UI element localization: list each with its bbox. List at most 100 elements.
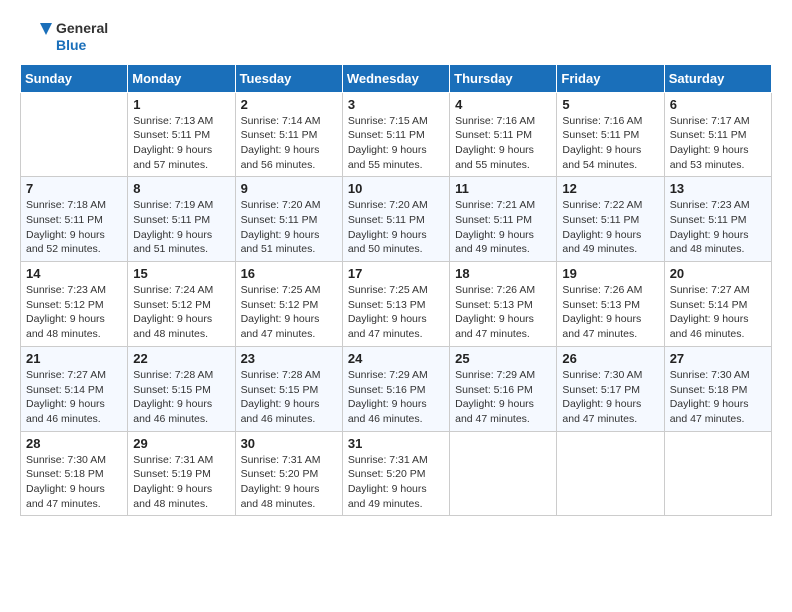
day-info: Sunrise: 7:23 AM Sunset: 5:11 PM Dayligh… (670, 198, 766, 257)
day-info: Sunrise: 7:23 AM Sunset: 5:12 PM Dayligh… (26, 283, 122, 342)
calendar-cell: 31 Sunrise: 7:31 AM Sunset: 5:20 PM Dayli… (342, 431, 449, 516)
day-number: 28 (26, 436, 122, 451)
day-info: Sunrise: 7:19 AM Sunset: 5:11 PM Dayligh… (133, 198, 229, 257)
calendar-cell: 13 Sunrise: 7:23 AM Sunset: 5:11 PM Dayli… (664, 177, 771, 262)
day-info: Sunrise: 7:14 AM Sunset: 5:11 PM Dayligh… (241, 114, 337, 173)
day-number: 17 (348, 266, 444, 281)
calendar-cell: 10Sunrise: 7:20 AM Sunset: 5:11 PM Dayli… (342, 177, 449, 262)
day-header: Friday (557, 64, 664, 92)
day-info: Sunrise: 7:24 AM Sunset: 5:12 PM Dayligh… (133, 283, 229, 342)
day-info: Sunrise: 7:21 AM Sunset: 5:11 PM Dayligh… (455, 198, 551, 257)
day-number: 31 (348, 436, 444, 451)
calendar-cell: 23Sunrise: 7:28 AM Sunset: 5:15 PM Dayli… (235, 346, 342, 431)
calendar-week-row: 28 Sunrise: 7:30 AM Sunset: 5:18 PM Dayli… (21, 431, 772, 516)
day-number: 12 (562, 181, 658, 196)
calendar-week-row: 21 Sunrise: 7:27 AM Sunset: 5:14 PM Dayli… (21, 346, 772, 431)
calendar-cell: 11Sunrise: 7:21 AM Sunset: 5:11 PM Dayli… (450, 177, 557, 262)
day-number: 10 (348, 181, 444, 196)
day-info: Sunrise: 7:16 AM Sunset: 5:11 PM Dayligh… (562, 114, 658, 173)
day-info: Sunrise: 7:31 AM Sunset: 5:20 PM Dayligh… (348, 453, 444, 512)
calendar-cell: 14 Sunrise: 7:23 AM Sunset: 5:12 PM Dayli… (21, 262, 128, 347)
calendar-cell: 25 Sunrise: 7:29 AM Sunset: 5:16 PM Dayli… (450, 346, 557, 431)
day-number: 8 (133, 181, 229, 196)
day-header: Thursday (450, 64, 557, 92)
day-info: Sunrise: 7:30 AM Sunset: 5:18 PM Dayligh… (26, 453, 122, 512)
day-header: Tuesday (235, 64, 342, 92)
logo: General Blue (20, 20, 108, 54)
day-info: Sunrise: 7:15 AM Sunset: 5:11 PM Dayligh… (348, 114, 444, 173)
day-number: 4 (455, 97, 551, 112)
day-info: Sunrise: 7:22 AM Sunset: 5:11 PM Dayligh… (562, 198, 658, 257)
logo-icon (20, 21, 52, 53)
calendar-cell: 18 Sunrise: 7:26 AM Sunset: 5:13 PM Dayli… (450, 262, 557, 347)
calendar-cell: 17Sunrise: 7:25 AM Sunset: 5:13 PM Dayli… (342, 262, 449, 347)
calendar-cell: 27 Sunrise: 7:30 AM Sunset: 5:18 PM Dayli… (664, 346, 771, 431)
day-number: 2 (241, 97, 337, 112)
calendar-cell: 19 Sunrise: 7:26 AM Sunset: 5:13 PM Dayli… (557, 262, 664, 347)
calendar-cell (450, 431, 557, 516)
day-number: 19 (562, 266, 658, 281)
calendar-cell: 2 Sunrise: 7:14 AM Sunset: 5:11 PM Daylig… (235, 92, 342, 177)
calendar-cell: 16 Sunrise: 7:25 AM Sunset: 5:12 PM Dayli… (235, 262, 342, 347)
day-number: 23 (241, 351, 337, 366)
day-number: 26 (562, 351, 658, 366)
calendar-cell: 26 Sunrise: 7:30 AM Sunset: 5:17 PM Dayli… (557, 346, 664, 431)
day-number: 7 (26, 181, 122, 196)
calendar-cell: 4 Sunrise: 7:16 AM Sunset: 5:11 PM Daylig… (450, 92, 557, 177)
calendar-week-row: 1 Sunrise: 7:13 AM Sunset: 5:11 PM Daylig… (21, 92, 772, 177)
day-info: Sunrise: 7:25 AM Sunset: 5:12 PM Dayligh… (241, 283, 337, 342)
day-info: Sunrise: 7:29 AM Sunset: 5:16 PM Dayligh… (455, 368, 551, 427)
calendar-cell: 24 Sunrise: 7:29 AM Sunset: 5:16 PM Dayli… (342, 346, 449, 431)
day-number: 24 (348, 351, 444, 366)
day-number: 6 (670, 97, 766, 112)
day-number: 15 (133, 266, 229, 281)
day-number: 21 (26, 351, 122, 366)
day-number: 14 (26, 266, 122, 281)
day-info: Sunrise: 7:30 AM Sunset: 5:17 PM Dayligh… (562, 368, 658, 427)
calendar-cell: 6 Sunrise: 7:17 AM Sunset: 5:11 PM Daylig… (664, 92, 771, 177)
day-number: 3 (348, 97, 444, 112)
calendar-table: SundayMondayTuesdayWednesdayThursdayFrid… (20, 64, 772, 517)
day-info: Sunrise: 7:30 AM Sunset: 5:18 PM Dayligh… (670, 368, 766, 427)
calendar-cell: 21 Sunrise: 7:27 AM Sunset: 5:14 PM Dayli… (21, 346, 128, 431)
day-number: 30 (241, 436, 337, 451)
calendar-cell: 9Sunrise: 7:20 AM Sunset: 5:11 PM Daylig… (235, 177, 342, 262)
day-info: Sunrise: 7:31 AM Sunset: 5:19 PM Dayligh… (133, 453, 229, 512)
logo-text: General Blue (56, 20, 108, 54)
day-info: Sunrise: 7:27 AM Sunset: 5:14 PM Dayligh… (26, 368, 122, 427)
day-header: Sunday (21, 64, 128, 92)
day-info: Sunrise: 7:17 AM Sunset: 5:11 PM Dayligh… (670, 114, 766, 173)
calendar-cell: 22 Sunrise: 7:28 AM Sunset: 5:15 PM Dayli… (128, 346, 235, 431)
day-number: 22 (133, 351, 229, 366)
day-info: Sunrise: 7:29 AM Sunset: 5:16 PM Dayligh… (348, 368, 444, 427)
day-number: 1 (133, 97, 229, 112)
calendar-week-row: 14 Sunrise: 7:23 AM Sunset: 5:12 PM Dayli… (21, 262, 772, 347)
day-number: 13 (670, 181, 766, 196)
day-info: Sunrise: 7:27 AM Sunset: 5:14 PM Dayligh… (670, 283, 766, 342)
day-number: 29 (133, 436, 229, 451)
day-number: 20 (670, 266, 766, 281)
calendar-cell: 7Sunrise: 7:18 AM Sunset: 5:11 PM Daylig… (21, 177, 128, 262)
day-number: 27 (670, 351, 766, 366)
day-header: Saturday (664, 64, 771, 92)
day-header: Wednesday (342, 64, 449, 92)
day-info: Sunrise: 7:13 AM Sunset: 5:11 PM Dayligh… (133, 114, 229, 173)
day-number: 16 (241, 266, 337, 281)
day-number: 25 (455, 351, 551, 366)
calendar-cell: 30Sunrise: 7:31 AM Sunset: 5:20 PM Dayli… (235, 431, 342, 516)
day-info: Sunrise: 7:28 AM Sunset: 5:15 PM Dayligh… (133, 368, 229, 427)
calendar-cell: 28 Sunrise: 7:30 AM Sunset: 5:18 PM Dayli… (21, 431, 128, 516)
calendar-cell (557, 431, 664, 516)
day-info: Sunrise: 7:26 AM Sunset: 5:13 PM Dayligh… (562, 283, 658, 342)
calendar-cell: 1 Sunrise: 7:13 AM Sunset: 5:11 PM Daylig… (128, 92, 235, 177)
page-header: General Blue (20, 20, 772, 54)
day-header: Monday (128, 64, 235, 92)
day-info: Sunrise: 7:16 AM Sunset: 5:11 PM Dayligh… (455, 114, 551, 173)
calendar-cell: 8 Sunrise: 7:19 AM Sunset: 5:11 PM Daylig… (128, 177, 235, 262)
calendar-cell: 3 Sunrise: 7:15 AM Sunset: 5:11 PM Daylig… (342, 92, 449, 177)
day-info: Sunrise: 7:26 AM Sunset: 5:13 PM Dayligh… (455, 283, 551, 342)
calendar-cell: 15 Sunrise: 7:24 AM Sunset: 5:12 PM Dayli… (128, 262, 235, 347)
day-number: 18 (455, 266, 551, 281)
calendar-cell: 12 Sunrise: 7:22 AM Sunset: 5:11 PM Dayli… (557, 177, 664, 262)
logo-container: General Blue (20, 20, 108, 54)
